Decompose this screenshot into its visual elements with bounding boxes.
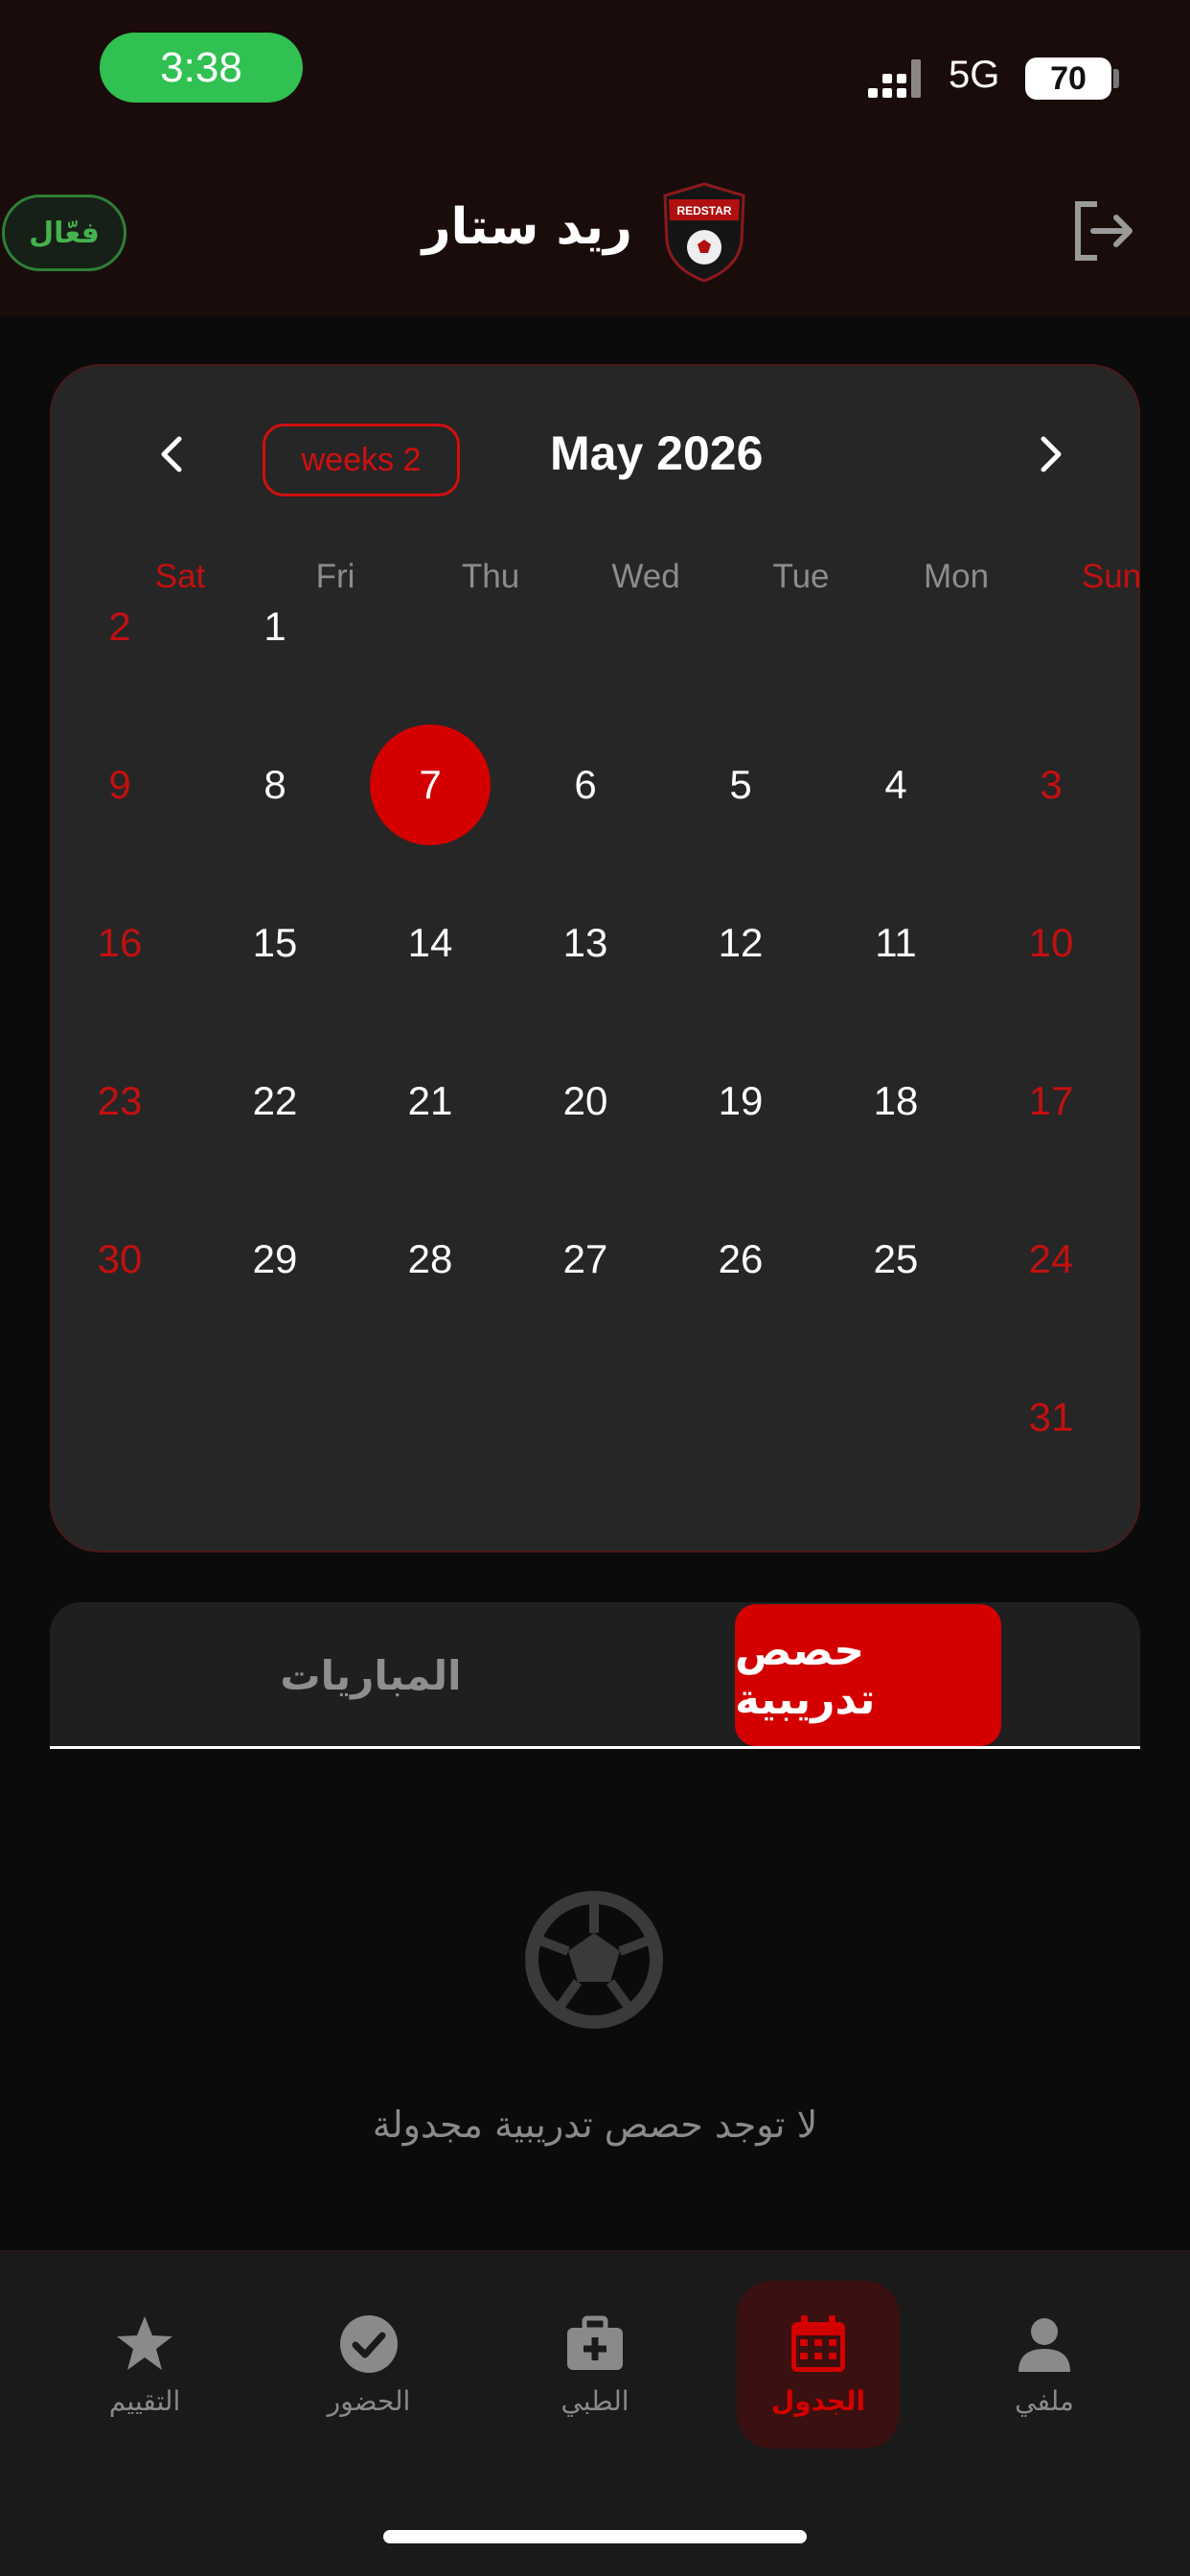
calendar-day[interactable]: 5 — [680, 724, 801, 845]
app-header: فعّال ريد ستار REDSTAR — [0, 158, 1190, 316]
calendar-day[interactable]: 13 — [525, 883, 646, 1003]
calendar-day[interactable]: 16 — [59, 883, 180, 1003]
weekday-wed: Wed — [611, 558, 680, 595]
calendar-day[interactable]: 4 — [835, 724, 956, 845]
status-bar: 3:38 5G 70 — [0, 0, 1190, 158]
nav-label-profile: ملفي — [1015, 2385, 1074, 2417]
previous-month-button[interactable] — [142, 424, 203, 485]
club-logo: REDSTAR — [663, 182, 745, 283]
nav-item-profile[interactable]: ملفي — [963, 2281, 1126, 2449]
nav-label-rating: التقييم — [108, 2385, 181, 2417]
calendar-day[interactable]: 11 — [835, 883, 956, 1003]
calendar-day[interactable]: 24 — [991, 1199, 1111, 1320]
calendar-day[interactable]: 25 — [835, 1199, 956, 1320]
calendar-day[interactable]: 6 — [525, 724, 646, 845]
battery-tip — [1113, 69, 1119, 88]
tab-divider — [50, 1746, 1140, 1749]
chevron-right-icon — [1041, 436, 1062, 472]
nav-item-medical[interactable]: الطبي — [514, 2281, 676, 2449]
nav-label-attendance: الحضور — [327, 2385, 411, 2417]
calendar-day[interactable]: 19 — [680, 1041, 801, 1162]
next-month-button[interactable] — [1019, 424, 1081, 485]
calendar-day[interactable]: 9 — [59, 724, 180, 845]
home-indicator — [383, 2530, 807, 2543]
nav-item-attendance[interactable]: الحضور — [287, 2281, 450, 2449]
tab-matches[interactable]: المباريات — [241, 1604, 500, 1746]
medical-kit-icon — [567, 2315, 623, 2370]
calendar-day[interactable]: 28 — [370, 1199, 491, 1320]
logout-icon[interactable] — [1068, 196, 1137, 265]
calendar-day[interactable]: 22 — [215, 1041, 335, 1162]
calendar-day[interactable]: 27 — [525, 1199, 646, 1320]
weeks-toggle-button[interactable]: weeks 2 — [263, 424, 460, 496]
calendar-day[interactable]: 29 — [215, 1199, 335, 1320]
calendar-day[interactable]: 30 — [59, 1199, 180, 1320]
calendar-day[interactable]: 17 — [991, 1041, 1111, 1162]
month-title: May 2026 — [550, 426, 764, 480]
calendar-day-today[interactable]: 7 — [370, 724, 491, 845]
person-icon — [1018, 2318, 1070, 2372]
calendar-day[interactable]: 31 — [991, 1357, 1111, 1478]
weekday-mon: Mon — [923, 558, 990, 595]
calendar-card: weeks 2 May 2026 Sat Fri Thu Wed Tue Mon… — [50, 364, 1141, 1552]
empty-state-message: لا توجد حصص تدريبية مجدولة — [372, 2104, 818, 2146]
weekday-thu: Thu — [461, 558, 520, 595]
battery-icon: 70 — [1025, 58, 1111, 100]
soccer-ball-icon — [525, 1891, 663, 2029]
calendar-day[interactable]: 15 — [215, 883, 335, 1003]
tab-training-sessions[interactable]: حصص تدريبية — [735, 1604, 1001, 1746]
nav-label-medical: الطبي — [561, 2385, 629, 2417]
bottom-navigation: التقييم الحضور الطبي الجدول ملفي — [0, 2250, 1190, 2576]
schedule-tabs: المباريات حصص تدريبية — [50, 1602, 1140, 1746]
signal-icon — [868, 59, 921, 98]
status-time: 3:38 — [100, 33, 303, 103]
nav-label-schedule: الجدول — [770, 2385, 866, 2417]
nav-item-schedule[interactable]: الجدول — [737, 2281, 900, 2449]
weekday-tue: Tue — [772, 558, 830, 595]
club-name: ريد ستار — [422, 198, 632, 256]
weekday-sun: Sun — [1081, 558, 1142, 595]
calendar-day[interactable]: 12 — [680, 883, 801, 1003]
network-label: 5G — [949, 54, 1000, 96]
calendar-day[interactable]: 10 — [991, 883, 1111, 1003]
calendar-day[interactable]: 3 — [991, 724, 1111, 845]
chevron-left-icon — [161, 436, 182, 472]
calendar-day[interactable]: 26 — [680, 1199, 801, 1320]
calendar-day[interactable]: 1 — [215, 566, 335, 687]
check-circle-icon — [340, 2315, 398, 2373]
calendar-day[interactable]: 8 — [215, 724, 335, 845]
calendar-icon — [791, 2315, 845, 2372]
calendar-day[interactable]: 20 — [525, 1041, 646, 1162]
calendar-day[interactable]: 14 — [370, 883, 491, 1003]
calendar-day[interactable]: 2 — [59, 566, 180, 687]
star-icon — [117, 2316, 172, 2370]
calendar-day[interactable]: 18 — [835, 1041, 956, 1162]
status-badge[interactable]: فعّال — [2, 195, 126, 271]
calendar-day[interactable]: 21 — [370, 1041, 491, 1162]
calendar-day[interactable]: 23 — [59, 1041, 180, 1162]
logo-text: REDSTAR — [676, 204, 731, 218]
nav-item-rating[interactable]: التقييم — [63, 2281, 226, 2449]
